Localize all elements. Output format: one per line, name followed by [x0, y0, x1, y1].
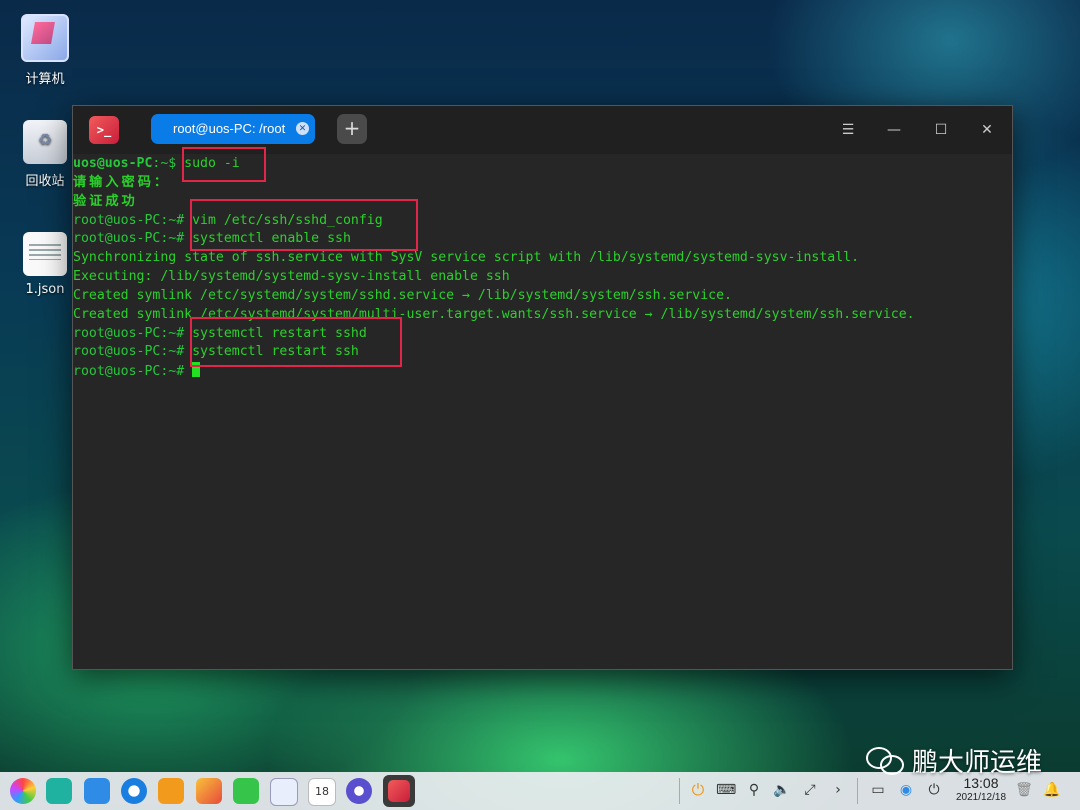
photos-icon[interactable]: [196, 778, 222, 804]
desktop-icon-file[interactable]: 1.json: [10, 232, 80, 297]
music-icon[interactable]: [158, 778, 184, 804]
menu-icon[interactable]: ☰: [836, 118, 860, 142]
input-method-icon[interactable]: ⏻: [688, 780, 708, 800]
terminal-window: >_ root@uos-PC: /root ✕ + ☰ — ☐ ✕ uos@uo…: [72, 105, 1013, 670]
terminal-line: Synchronizing state of ssh.service with …: [73, 250, 860, 266]
chevron-right-icon[interactable]: ›: [828, 780, 848, 800]
tab-close-icon[interactable]: ✕: [296, 122, 309, 135]
volume-icon[interactable]: 🔈: [772, 780, 792, 800]
network-icon[interactable]: ⤢: [800, 780, 820, 800]
usb-icon[interactable]: ⚲: [744, 780, 764, 800]
clock-date: 2021/12/18: [955, 792, 1007, 803]
desktop-icon-label: 1.json: [25, 282, 65, 297]
terminal-line: Executing: /lib/systemd/systemd-sysv-ins…: [73, 269, 510, 285]
highlight-box: [190, 199, 418, 251]
new-tab-button[interactable]: +: [337, 114, 367, 144]
onscreen-keyboard-icon[interactable]: ▭: [868, 780, 888, 800]
file-icon: [23, 232, 67, 276]
launcher-icon[interactable]: [10, 778, 36, 804]
terminal-icon[interactable]: [383, 775, 415, 807]
highlight-box: [190, 317, 402, 367]
music-player-icon[interactable]: [233, 778, 259, 804]
power-icon[interactable]: ⏻: [924, 780, 944, 800]
trash-icon: [23, 120, 67, 164]
app-store-icon[interactable]: [84, 778, 110, 804]
clock[interactable]: 13:08 2021/12/18: [950, 775, 1012, 805]
terminal-tab[interactable]: root@uos-PC: /root ✕: [151, 114, 315, 144]
browser-icon[interactable]: [121, 778, 147, 804]
calendar-icon[interactable]: 18: [308, 778, 336, 806]
wechat-logo-icon: [866, 745, 906, 777]
highlight-box: [182, 147, 266, 182]
desktop-icon-label: 计算机: [25, 72, 65, 87]
trash-icon[interactable]: 🗑: [1014, 780, 1034, 800]
minimize-icon[interactable]: —: [882, 118, 906, 142]
notification-app-icon[interactable]: ◉: [896, 780, 916, 800]
documents-icon[interactable]: [270, 778, 298, 806]
close-icon[interactable]: ✕: [975, 118, 999, 142]
tab-title: root@uos-PC: /root: [173, 121, 286, 136]
taskbar-divider: [679, 778, 680, 804]
taskbar-divider: [857, 778, 858, 804]
terminal-app-icon[interactable]: >_: [89, 116, 119, 144]
desktop-icon-computer[interactable]: 计算机: [10, 14, 80, 87]
desktop-icon-label: 回收站: [25, 174, 65, 189]
terminal-line: Created symlink /etc/systemd/system/sshd…: [73, 287, 732, 303]
watermark-text: 鹏大师运维: [912, 748, 1043, 778]
keyboard-icon[interactable]: ⌨: [716, 780, 736, 800]
watermark: 鹏大师运维: [866, 742, 1042, 779]
settings-icon[interactable]: [346, 778, 372, 804]
multitask-view-icon[interactable]: [46, 778, 72, 804]
computer-icon: [21, 14, 69, 62]
bell-icon[interactable]: 🔔: [1042, 780, 1062, 800]
maximize-icon[interactable]: ☐: [929, 118, 953, 142]
desktop-icon-trash[interactable]: 回收站: [10, 120, 80, 189]
